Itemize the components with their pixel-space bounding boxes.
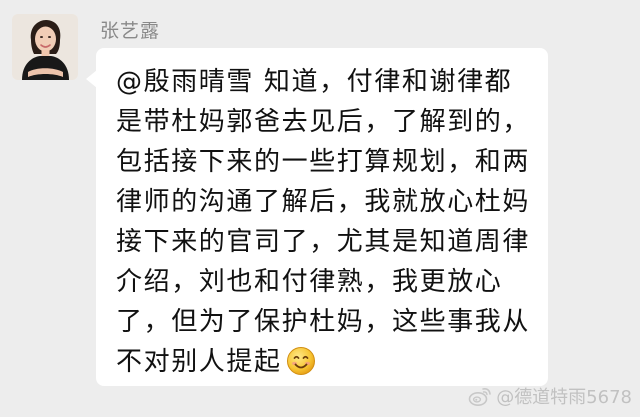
- message-line: 包括接下来的一些打算规划，和两: [116, 147, 531, 177]
- sender-name: 张艺露: [100, 20, 161, 42]
- message-bubble[interactable]: @殷雨晴雪 知道，付律和谢律都 是带杜妈郭爸去见后，了解到的， 包括接下来的一些…: [86, 48, 548, 386]
- message-last-line: 不对别人提起: [116, 342, 528, 382]
- watermark: @德道特雨5678: [468, 383, 632, 409]
- weibo-icon: [468, 385, 492, 407]
- message-line: 了，但为了保护杜妈，这些事我从: [116, 307, 531, 337]
- message-line: 介绍，刘也和付律熟，我更放心: [116, 267, 503, 297]
- smiling-face-emoji-icon: [286, 346, 316, 376]
- message-line: 接下来的官司了，尤其是知道周律: [116, 227, 531, 257]
- message-line: 律师的沟通了解后，我就放心杜妈: [116, 187, 531, 217]
- message-line: @殷雨晴雪 知道，付律和谢律都: [116, 67, 513, 97]
- bubble-tail: [86, 70, 97, 88]
- message-line: 是带杜妈郭爸去见后，了解到的，: [116, 107, 531, 137]
- watermark-text: @德道特雨5678: [496, 387, 632, 408]
- message-line-text: 不对别人提起: [116, 347, 282, 377]
- sender-avatar[interactable]: [12, 14, 78, 80]
- profile-photo-icon: [12, 14, 78, 80]
